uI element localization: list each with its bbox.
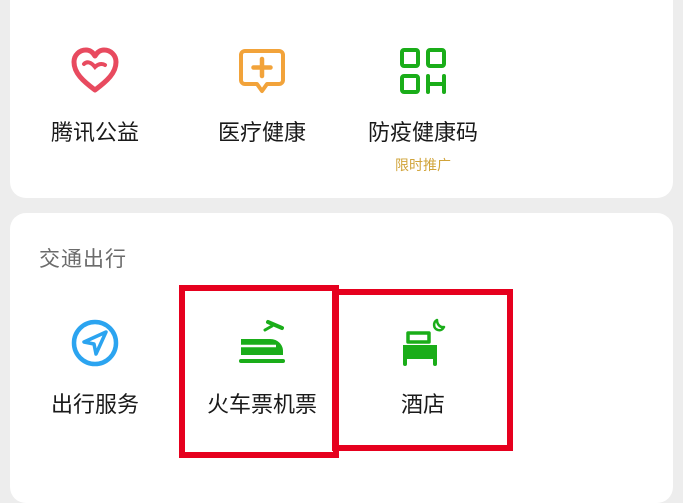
service-health-code[interactable]: 防疫健康码 限时推广	[343, 45, 503, 175]
navigation-icon	[71, 319, 119, 367]
medical-chat-icon	[239, 49, 285, 93]
section-title: 交通出行	[39, 247, 127, 271]
highlight-box-train-plane	[179, 285, 339, 458]
service-label: 防疫健康码	[367, 121, 478, 146]
transport-travel-service[interactable]: 出行服务	[15, 317, 175, 419]
service-medical-health[interactable]: 医疗健康	[182, 45, 342, 147]
heart-icon	[71, 47, 119, 93]
highlight-box-hotel	[332, 289, 513, 451]
qr-code-icon	[400, 48, 446, 94]
service-label: 腾讯公益	[50, 121, 139, 146]
service-tencent-charity[interactable]: 腾讯公益	[15, 45, 175, 147]
service-label: 医疗健康	[217, 121, 306, 146]
promo-badge: 限时推广	[395, 158, 451, 174]
services-card: 腾讯公益 医疗健康 防疫健康码 限时推广	[10, 0, 673, 198]
transport-label: 出行服务	[50, 393, 139, 418]
